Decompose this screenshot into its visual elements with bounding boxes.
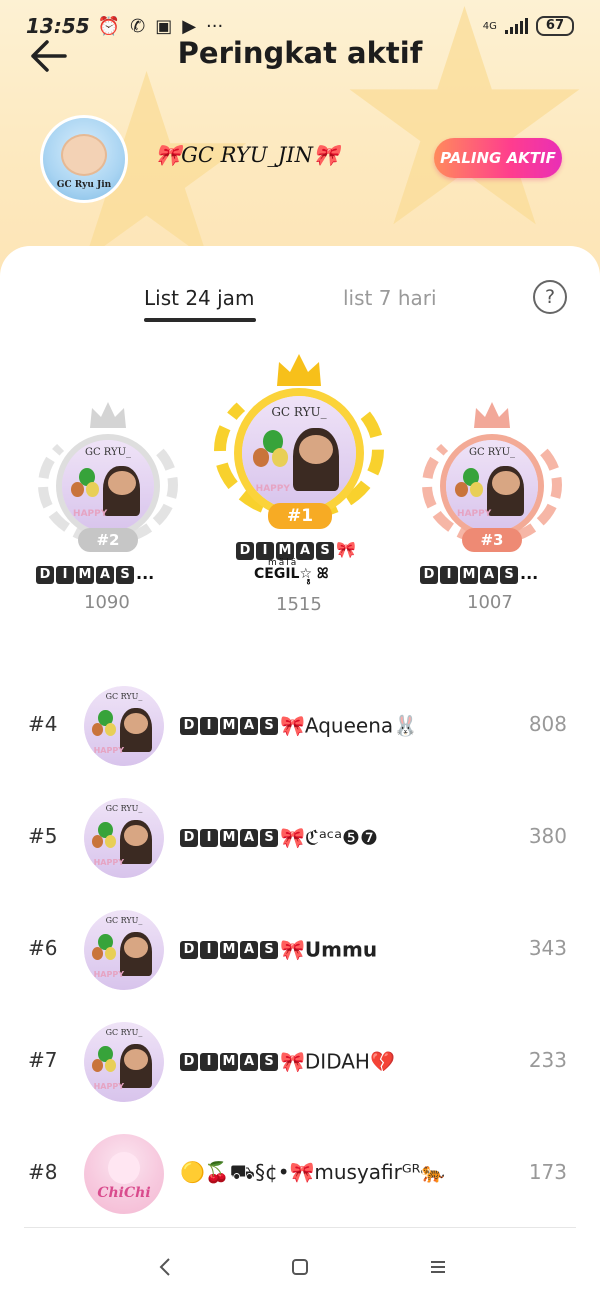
user-name: D I M A S 🎀Ummu bbox=[180, 936, 377, 962]
list-item[interactable]: #8 ChiChi 🟡🍒⛟§¢•🎀musyafirᴳᴿ🐅 173 bbox=[0, 1118, 600, 1230]
help-icon: ? bbox=[544, 286, 556, 308]
avatar-caption: GC RYU_ bbox=[105, 804, 143, 814]
alarm-icon: ⏰ bbox=[97, 15, 121, 37]
message-icon: ▣ bbox=[155, 15, 173, 37]
help-button[interactable]: ? bbox=[533, 280, 567, 314]
user-name: D I M A S 🎀Aqueena🐰 bbox=[180, 712, 418, 738]
avatar-caption: GC RYU_ bbox=[84, 447, 132, 459]
user-score: 808 bbox=[528, 712, 567, 736]
list-item[interactable]: #5 GC RYU_ HAPPY D I M A S 🎀ℭᵃᶜᵃ❺❼ 380 bbox=[0, 782, 600, 894]
avatar-caption-bottom: HAPPY bbox=[93, 857, 124, 867]
avatar-caption: GC RYU_ bbox=[105, 916, 143, 926]
avatar-caption-bottom: HAPPY bbox=[93, 745, 124, 755]
system-nav-bar bbox=[0, 1232, 600, 1300]
network-type: 4G bbox=[482, 20, 497, 32]
avatar-caption: GC RYU_ bbox=[468, 447, 516, 459]
avatar-caption: GC RYU_ bbox=[271, 405, 327, 420]
user-avatar: GC RYU_ HAPPY bbox=[84, 686, 164, 766]
whatsapp-icon: ✆ bbox=[130, 15, 146, 37]
user-score: 380 bbox=[528, 824, 567, 848]
podium-avatar-3: GC RYU_ HAPPY bbox=[446, 440, 538, 532]
status-time: 13:55 bbox=[26, 14, 90, 38]
user-score: 233 bbox=[528, 1048, 567, 1072]
group-avatar[interactable]: GC Ryu Jin bbox=[40, 115, 128, 203]
nav-menu-button[interactable] bbox=[418, 1252, 458, 1282]
page-title: Peringkat aktif bbox=[177, 36, 423, 70]
most-active-badge: PALING AKTIF bbox=[434, 138, 562, 178]
signal-icon bbox=[504, 18, 528, 34]
user-avatar: ChiChi bbox=[84, 1134, 164, 1214]
rank-1-pill: #1 bbox=[268, 503, 332, 529]
list-item[interactable]: #4 GC RYU_ HAPPY D I M A S 🎀Aqueena🐰 808 bbox=[0, 670, 600, 782]
nav-menu-icon bbox=[431, 1261, 445, 1273]
more-icon: ··· bbox=[206, 15, 224, 37]
podium-1-name-line2: mälä CEGIL☆̣̥ ꕤ bbox=[254, 558, 329, 582]
avatar-face bbox=[61, 134, 107, 176]
list-rank: #5 bbox=[28, 824, 58, 848]
podium-3-score: 1007 bbox=[467, 592, 513, 613]
list-rank: #8 bbox=[28, 1160, 58, 1184]
ranking-tabs: List 24 jam list 7 hari bbox=[0, 278, 600, 328]
list-rank: #4 bbox=[28, 712, 58, 736]
avatar-caption: ChiChi bbox=[97, 1185, 151, 1202]
podium-1-name: D I M A S 🎀 bbox=[236, 540, 356, 560]
divider bbox=[24, 1227, 576, 1228]
podium-2-name: D I M A S... bbox=[36, 564, 154, 584]
avatar-caption-bottom: HAPPY bbox=[255, 484, 290, 495]
rank-3-pill: #3 bbox=[462, 528, 522, 552]
nav-back-button[interactable] bbox=[145, 1252, 185, 1282]
battery-indicator: 67 bbox=[535, 16, 574, 36]
user-avatar: GC RYU_ HAPPY bbox=[84, 798, 164, 878]
active-tab-indicator bbox=[144, 318, 256, 322]
list-rank: #7 bbox=[28, 1048, 58, 1072]
podium-avatar-2: GC RYU_ HAPPY bbox=[62, 440, 154, 532]
podium-1-score: 1515 bbox=[276, 594, 322, 615]
list-rank: #6 bbox=[28, 936, 58, 960]
avatar-caption: GC RYU_ bbox=[105, 1028, 143, 1038]
user-avatar: GC RYU_ HAPPY bbox=[84, 1022, 164, 1102]
avatar-caption-bottom: HAPPY bbox=[93, 969, 124, 979]
tab-7-days[interactable]: list 7 hari bbox=[343, 286, 437, 310]
avatar-caption-bottom: HAPPY bbox=[73, 509, 108, 520]
avatar-caption-bottom: HAPPY bbox=[457, 509, 492, 520]
podium-3-name: D I M A S... bbox=[420, 564, 538, 584]
rank-2-pill: #2 bbox=[78, 528, 138, 552]
nav-home-icon bbox=[292, 1259, 308, 1275]
user-score: 343 bbox=[528, 936, 567, 960]
group-name: 🎀GC RYU_JIN🎀 bbox=[155, 143, 340, 167]
group-avatar-caption: GC Ryu Jin bbox=[56, 180, 112, 190]
list-item[interactable]: #6 GC RYU_ HAPPY D I M A S 🎀Ummu 343 bbox=[0, 894, 600, 1006]
podium-avatar-1: GC RYU_ HAPPY bbox=[242, 396, 356, 510]
user-name: D I M A S 🎀DIDAH💔 bbox=[180, 1048, 395, 1074]
list-item[interactable]: #7 GC RYU_ HAPPY D I M A S 🎀DIDAH💔 233 bbox=[0, 1006, 600, 1118]
play-icon: ▶ bbox=[182, 15, 197, 37]
user-score: 173 bbox=[528, 1160, 567, 1184]
user-name: D I M A S 🎀ℭᵃᶜᵃ❺❼ bbox=[180, 824, 378, 850]
avatar-caption-bottom: HAPPY bbox=[93, 1081, 124, 1091]
avatar-caption: GC RYU_ bbox=[105, 692, 143, 702]
nav-back-icon bbox=[159, 1258, 170, 1276]
user-name: 🟡🍒⛟§¢•🎀musyafirᴳᴿ🐅 bbox=[180, 1160, 446, 1184]
nav-home-button[interactable] bbox=[280, 1252, 320, 1282]
user-avatar: GC RYU_ HAPPY bbox=[84, 910, 164, 990]
podium-2-score: 1090 bbox=[84, 592, 130, 613]
tab-24-hours[interactable]: List 24 jam bbox=[144, 286, 254, 310]
